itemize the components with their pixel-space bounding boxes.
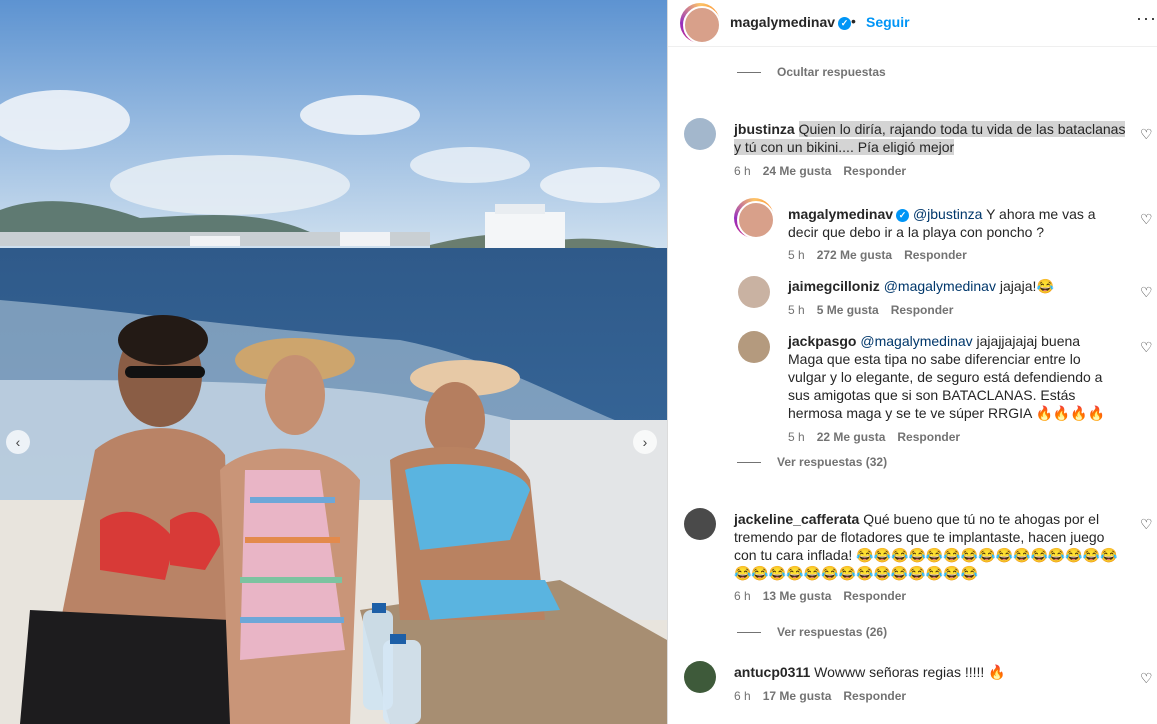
reply-button[interactable]: Responder (891, 303, 954, 317)
comment-likes[interactable]: 22 Me gusta (817, 430, 886, 444)
comment-username[interactable]: jbustinza (734, 121, 795, 137)
post-header: magalymedinav ✓ • Seguir ··· (668, 0, 1157, 47)
comment-time[interactable]: 5 h (788, 430, 805, 444)
comment-username[interactable]: magalymedinav (788, 206, 893, 222)
header-username[interactable]: magalymedinav ✓ (730, 14, 852, 30)
avatar[interactable] (684, 661, 716, 693)
comment-likes[interactable]: 17 Me gusta (763, 689, 832, 703)
comment-time[interactable]: 5 h (788, 303, 805, 317)
like-heart-icon[interactable]: ♡ (1140, 339, 1153, 356)
avatar[interactable] (738, 276, 770, 308)
previous-photo-button[interactable]: ‹ (6, 430, 30, 454)
reply-button[interactable]: Responder (843, 689, 906, 703)
replies-line (737, 631, 761, 633)
photo-illustration (0, 0, 667, 724)
view-replies-label: Ver respuestas (32) (777, 455, 888, 469)
hide-replies-label: Ocultar respuestas (777, 65, 886, 79)
comment-username[interactable]: jackeline_cafferata (734, 511, 859, 527)
comment-meta: 5 h 22 Me gusta Responder (788, 430, 972, 444)
like-heart-icon[interactable]: ♡ (1140, 670, 1153, 687)
replies-line (737, 71, 761, 73)
mention-link[interactable]: @magalymedinav (860, 333, 972, 349)
avatar[interactable] (737, 201, 775, 239)
comment-likes[interactable]: 5 Me gusta (817, 303, 879, 317)
comment-likes[interactable]: 13 Me gusta (763, 589, 832, 603)
comment-time[interactable]: 6 h (734, 164, 751, 178)
mention-link[interactable]: @magalymedinav (884, 278, 996, 294)
verified-badge-icon: ✓ (896, 209, 910, 222)
verified-badge-icon: ✓ (838, 17, 852, 30)
comment-text: Wowww señoras regias !!!!! 🔥 (814, 664, 1006, 680)
comment-jbustinza: jbustinza Quien lo diría, rajando toda t… (734, 120, 1130, 156)
comment-username[interactable]: antucp0311 (734, 664, 810, 680)
comment-magalymedinav: magalymedinav ✓ @jbustinza Y ahora me vas… (788, 205, 1128, 241)
chevron-right-icon: › (642, 434, 648, 450)
reply-button[interactable]: Responder (897, 430, 960, 444)
comment-time[interactable]: 6 h (734, 589, 751, 603)
comment-meta: 5 h 5 Me gusta Responder (788, 303, 965, 317)
reply-button[interactable]: Responder (904, 248, 967, 262)
comment-meta: 6 h 24 Me gusta Responder (734, 164, 918, 178)
comments-panel: magalymedinav ✓ • Seguir ··· Ocultar resp… (668, 0, 1157, 724)
comment-meta: 5 h 272 Me gusta Responder (788, 248, 979, 262)
comment-meta: 6 h 17 Me gusta Responder (734, 689, 918, 703)
comment-time[interactable]: 5 h (788, 248, 805, 262)
reply-button[interactable]: Responder (843, 164, 906, 178)
comment-username[interactable]: jaimegcilloniz (788, 278, 880, 294)
like-heart-icon[interactable]: ♡ (1140, 211, 1153, 228)
comment-jackpasgo: jackpasgo @magalymedinav jajajjajajaj bu… (788, 332, 1118, 422)
hide-replies-button[interactable]: Ocultar respuestas (737, 65, 886, 79)
view-replies-button[interactable]: Ver respuestas (26) (737, 625, 887, 639)
mention-link[interactable]: @jbustinza (913, 206, 982, 222)
comment-time[interactable]: 6 h (734, 689, 751, 703)
follow-button[interactable]: Seguir (866, 14, 910, 30)
comment-antucp0311: antucp0311 Wowww señoras regias !!!!! 🔥 (734, 663, 1130, 681)
comment-jaimegcilloniz: jaimegcilloniz @magalymedinav jajaja!😂 (788, 277, 1128, 295)
avatar[interactable] (738, 331, 770, 363)
avatar[interactable] (684, 118, 716, 150)
comment-username[interactable]: jackpasgo (788, 333, 856, 349)
more-options-icon[interactable]: ··· (1136, 8, 1157, 29)
username-text: magalymedinav (730, 14, 836, 30)
view-replies-label: Ver respuestas (26) (777, 625, 888, 639)
truncated-comment-row (668, 46, 1157, 54)
like-heart-icon[interactable]: ♡ (1140, 126, 1153, 143)
avatar[interactable] (684, 508, 716, 540)
comment-likes[interactable]: 272 Me gusta (817, 248, 892, 262)
like-heart-icon[interactable]: ♡ (1140, 516, 1153, 533)
view-replies-button[interactable]: Ver respuestas (32) (737, 455, 887, 469)
replies-line (737, 461, 761, 463)
like-heart-icon[interactable]: ♡ (1140, 284, 1153, 301)
separator-dot: • (851, 13, 856, 29)
post-photo[interactable]: ‹ › (0, 0, 667, 724)
avatar[interactable] (683, 6, 721, 44)
reply-button[interactable]: Responder (843, 589, 906, 603)
comment-meta: 6 h 13 Me gusta Responder (734, 589, 918, 603)
chevron-left-icon: ‹ (15, 434, 21, 450)
next-photo-button[interactable]: › (633, 430, 657, 454)
comment-likes[interactable]: 24 Me gusta (763, 164, 832, 178)
comment-jackeline-cafferata: jackeline_cafferata Qué bueno que tú no … (734, 510, 1130, 582)
comment-text: jajaja!😂 (999, 278, 1054, 294)
